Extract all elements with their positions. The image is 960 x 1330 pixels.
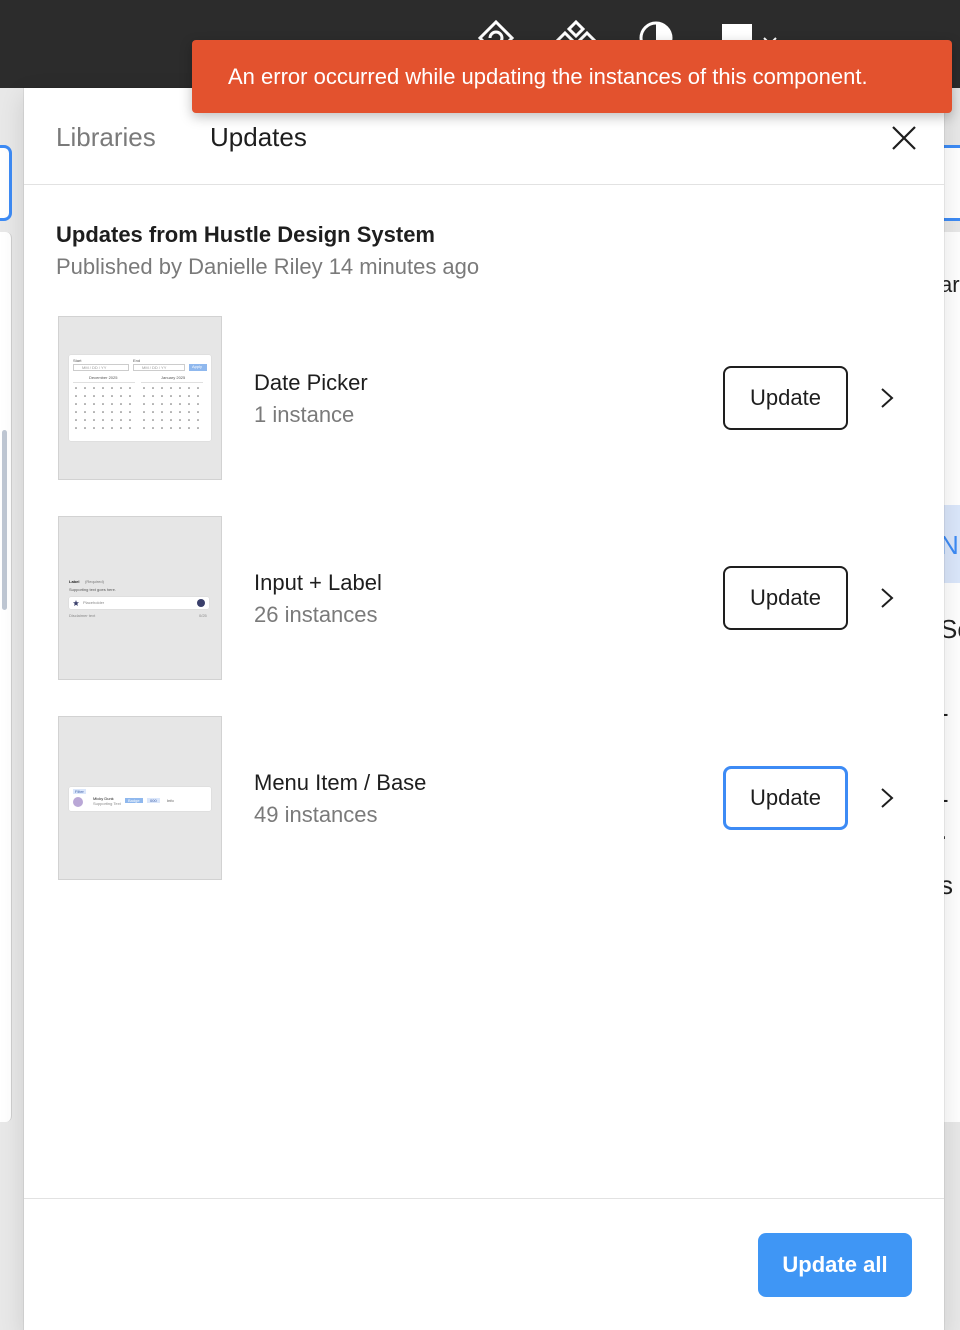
- preview-text: MM / DD / YY: [133, 364, 185, 371]
- update-button-menu-item-base[interactable]: Update: [723, 766, 848, 830]
- update-row-menu-item-base: Filter Micky Dunk Supporting Text Badge …: [24, 716, 944, 882]
- instance-count: 26 instances: [254, 602, 378, 627]
- tab-updates[interactable]: Updates: [210, 122, 307, 153]
- preview-text: End: [133, 358, 141, 363]
- close-icon[interactable]: [888, 122, 920, 154]
- star-icon: [73, 600, 79, 606]
- update-button-date-picker[interactable]: Update: [723, 366, 848, 430]
- preview-text: 000: [147, 798, 160, 803]
- updates-subtitle: Published by Danielle Riley 14 minutes a…: [56, 254, 480, 279]
- preview-text: 0/25: [199, 613, 207, 618]
- chevron-right-icon[interactable]: [876, 786, 898, 810]
- instance-count: 49 instances: [254, 802, 378, 827]
- updates-title: Updates from Hustle Design System: [56, 222, 435, 247]
- preview-text: Supporting Text: [93, 801, 121, 806]
- tab-libraries[interactable]: Libraries: [56, 122, 156, 153]
- update-row-date-picker: Start End MM / DD / YY MM / DD / YY Appl…: [24, 316, 944, 482]
- chevron-right-icon[interactable]: [876, 586, 898, 610]
- modal-footer: Update all: [24, 1198, 944, 1330]
- preview-text: December 2025: [89, 375, 118, 380]
- preview-text: January 2025: [161, 375, 186, 380]
- component-thumbnail: Filter Micky Dunk Supporting Text Badge …: [58, 716, 222, 880]
- menu-item-preview: Filter Micky Dunk Supporting Text Badge …: [69, 787, 211, 811]
- chevron-right-icon[interactable]: [876, 386, 898, 410]
- error-toast-message: An error occurred while updating the ins…: [228, 64, 868, 89]
- background-scrollbar: [2, 430, 7, 610]
- input-preview: Placeholder: [69, 597, 209, 609]
- background-input: [0, 145, 12, 221]
- date-picker-preview: Start End MM / DD / YY MM / DD / YY Appl…: [69, 355, 211, 441]
- preview-text: (Required): [85, 579, 104, 584]
- preview-text: Supporting text goes here.: [69, 587, 116, 592]
- component-thumbnail: Start End MM / DD / YY MM / DD / YY Appl…: [58, 316, 222, 480]
- preview-text: Apply: [189, 364, 207, 371]
- component-thumbnail: Label (Required) Supporting text goes he…: [58, 516, 222, 680]
- avatar-icon: [73, 797, 83, 807]
- preview-text: Start: [73, 358, 82, 363]
- instance-count: 1 instance: [254, 402, 355, 427]
- update-all-button[interactable]: Update all: [758, 1233, 912, 1297]
- help-icon: [197, 599, 205, 607]
- library-updates-modal: Libraries Updates Updates from Hustle De…: [24, 88, 944, 1330]
- calendar-grid-icon: [73, 382, 203, 429]
- preview-text: Placeholder: [83, 600, 105, 605]
- preview-text: Info: [167, 798, 174, 803]
- component-name: Date Picker: [254, 370, 368, 395]
- update-row-input-label: Label (Required) Supporting text goes he…: [24, 516, 944, 682]
- preview-text: Label: [69, 579, 80, 584]
- preview-text: Badge: [125, 798, 143, 803]
- update-button-input-label[interactable]: Update: [723, 566, 848, 630]
- background-left-panel: [0, 232, 12, 1122]
- component-name: Input + Label: [254, 570, 382, 595]
- preview-text: Filter: [73, 789, 86, 794]
- component-name: Menu Item / Base: [254, 770, 427, 795]
- preview-text: MM / DD / YY: [73, 364, 129, 371]
- preview-text: Disclaimer text: [69, 613, 96, 618]
- error-toast: An error occurred while updating the ins…: [192, 40, 952, 113]
